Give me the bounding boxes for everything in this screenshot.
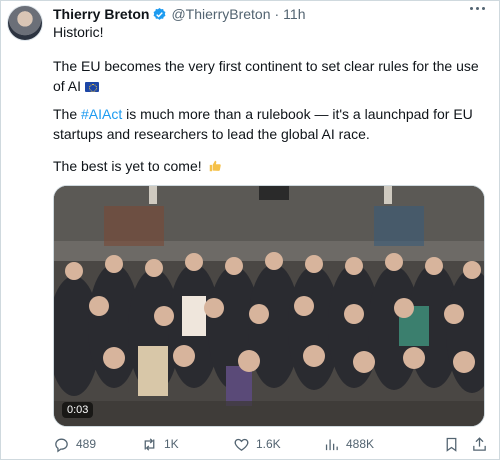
video-player[interactable]: 0:03 xyxy=(53,185,485,427)
author-name[interactable]: Thierry Breton xyxy=(53,6,149,22)
bookmark-button[interactable] xyxy=(443,433,460,455)
thumbs-up-icon xyxy=(209,160,221,172)
tweet-text-eu-rules: The EU becomes the very first continent … xyxy=(53,58,479,94)
avatar[interactable] xyxy=(7,5,43,41)
more-options-icon[interactable] xyxy=(470,7,485,10)
tweet-text-line-1: Historic! xyxy=(53,24,104,40)
tweet-text-prefix: The xyxy=(53,106,82,122)
reply-count: 489 xyxy=(76,437,97,451)
verified-badge-icon xyxy=(154,7,166,20)
group-photo-thumbnail xyxy=(54,186,484,426)
heart-icon xyxy=(234,438,249,451)
tweet-time[interactable]: 11h xyxy=(283,6,305,22)
views-count: 488K xyxy=(346,437,375,451)
reply-button[interactable]: 489 xyxy=(53,433,96,455)
like-count: 1.6K xyxy=(256,437,281,451)
retweet-count: 1K xyxy=(164,437,179,451)
action-bar: 489 1K 1.6K 488K xyxy=(53,433,493,455)
author-handle[interactable]: @ThierryBreton xyxy=(171,6,270,22)
separator-dot: · xyxy=(274,6,280,22)
video-duration: 0:03 xyxy=(62,402,94,418)
tweet-text-line-2: The EU becomes the very first continent … xyxy=(53,56,483,96)
tweet-text-line-4: The best is yet to come! xyxy=(53,156,483,176)
views-button[interactable]: 488K xyxy=(323,433,374,455)
reply-icon xyxy=(55,438,68,453)
tweet-text-line-3: The #AIAct is much more than a rulebook … xyxy=(53,104,483,144)
tweet-header: Thierry Breton @ThierryBreton · 11h xyxy=(53,5,306,23)
like-button[interactable]: 1.6K xyxy=(233,433,281,455)
retweet-button[interactable]: 1K xyxy=(141,433,179,455)
bookmark-icon xyxy=(446,437,457,452)
retweet-icon xyxy=(144,437,155,451)
eu-flag-icon xyxy=(84,82,99,93)
share-button[interactable] xyxy=(471,433,488,455)
tweet-card[interactable]: Thierry Breton @ThierryBreton · 11h Hist… xyxy=(0,0,500,460)
tweet-text-closing: The best is yet to come! xyxy=(53,158,202,174)
views-chart-icon xyxy=(325,439,338,450)
hashtag-link[interactable]: #AIAct xyxy=(81,106,122,122)
share-icon xyxy=(473,436,486,451)
